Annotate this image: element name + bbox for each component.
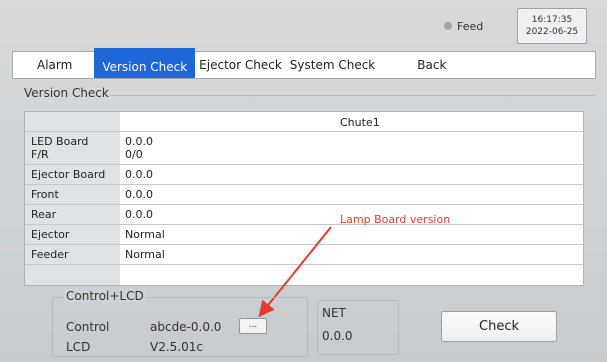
control-value: abcde-0.0.0 <box>150 320 222 334</box>
control-more-button[interactable]: ... <box>239 318 267 334</box>
check-button[interactable]: Check <box>441 311 557 342</box>
lcd-value: V2.5.01c <box>150 340 203 354</box>
net-title: NET <box>322 306 346 320</box>
net-value: 0.0.0 <box>322 329 353 343</box>
control-label: Control <box>66 320 110 334</box>
lcd-label: LCD <box>66 340 91 354</box>
control-lcd-title: Control+LCD <box>64 289 146 303</box>
